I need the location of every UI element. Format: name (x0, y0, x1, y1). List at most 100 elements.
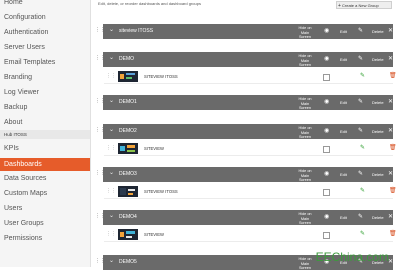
group-name: siteview ITOSS (119, 28, 154, 34)
group-name: DEMO2 (119, 128, 137, 134)
pencil-icon[interactable]: ✎ (358, 127, 363, 134)
close-icon[interactable]: ✕ (388, 27, 393, 34)
edit-label: Edit (340, 57, 347, 62)
sidebar-section-header: Hub ITOSS (0, 130, 90, 139)
pencil-icon[interactable]: ✎ (360, 144, 365, 151)
hide-on-main-label: Hide on Main Screen (298, 26, 312, 39)
trash-icon[interactable]: 🗑 (389, 230, 397, 237)
group-row[interactable]: ⋮⋮ ⌄ DEMO4 Hide on Main Screen ◉ Edit ✎ … (95, 210, 393, 225)
close-icon[interactable]: ✕ (388, 98, 393, 105)
sidebar-item-home[interactable]: Home (0, 0, 90, 8)
sidebar-item-about[interactable]: About (0, 118, 90, 128)
group-row[interactable]: ⋮⋮ ⌄ siteview ITOSS Hide on Main Screen … (95, 24, 393, 39)
create-group-label: Create a New Group (342, 3, 379, 8)
create-group-button[interactable]: + Create a New Group (336, 1, 392, 9)
dashboard-thumbnail (118, 71, 138, 82)
eye-icon[interactable]: ◉ (324, 27, 329, 34)
dashboard-name[interactable]: SITEVIEW ITOSS (144, 189, 178, 194)
hide-checkbox[interactable] (323, 189, 330, 196)
close-icon[interactable]: ✕ (388, 170, 393, 177)
drag-handle-icon[interactable]: ⋮⋮ (95, 170, 105, 176)
chevron-down-icon[interactable]: ⌄ (109, 126, 114, 133)
delete-label: Delete (372, 29, 384, 34)
sidebar-item-backup[interactable]: Backup (0, 103, 90, 113)
eye-icon[interactable]: ◉ (324, 170, 329, 177)
delete-label: Delete (372, 100, 384, 105)
eye-icon[interactable]: ◉ (324, 55, 329, 62)
chevron-down-icon[interactable]: ⌄ (109, 26, 114, 33)
group-row[interactable]: ⋮⋮ ⌄ DEMO1 Hide on Main Screen ◉ Edit ✎ … (95, 95, 393, 110)
trash-icon[interactable]: 🗑 (389, 72, 397, 79)
chevron-down-icon[interactable]: ⌄ (109, 257, 114, 264)
dashboard-row[interactable]: ⋮⋮ SITEVIEW ✎ 🗑 (104, 228, 397, 242)
dashboard-row[interactable]: ⋮⋮ SITEVIEW ✎ 🗑 (104, 142, 397, 156)
sidebar-item-custom-maps[interactable]: Custom Maps (0, 189, 90, 199)
group-row[interactable]: ⋮⋮ ⌄ DEMO Hide on Main Screen ◉ Edit ✎ D… (95, 52, 393, 67)
drag-handle-icon[interactable]: ⋮⋮ (95, 98, 105, 104)
group-row[interactable]: ⋮⋮ ⌄ DEMO2 Hide on Main Screen ◉ Edit ✎ … (95, 124, 393, 139)
group-row[interactable]: ⋮⋮ ⌄ DEMO3 Hide on Main Screen ◉ Edit ✎ … (95, 167, 393, 182)
sidebar-item-permissions[interactable]: Permissions (0, 234, 90, 244)
sidebar-item-server-users[interactable]: Server Users (0, 43, 90, 53)
drag-handle-icon[interactable]: ⋮⋮ (106, 145, 116, 151)
sidebar-item-branding[interactable]: Branding (0, 73, 90, 83)
sidebar-item-email-templates[interactable]: Email Templates (0, 58, 90, 68)
drag-handle-icon[interactable]: ⋮⋮ (106, 73, 116, 79)
delete-label: Delete (372, 172, 384, 177)
drag-handle-icon[interactable]: ⋮⋮ (95, 55, 105, 61)
sidebar-item-user-groups[interactable]: User Groups (0, 219, 90, 229)
dashboard-row[interactable]: ⋮⋮ SITEVIEW ITOSS ✎ 🗑 (104, 70, 397, 84)
close-icon[interactable]: ✕ (388, 55, 393, 62)
drag-handle-icon[interactable]: ⋮⋮ (95, 127, 105, 133)
trash-icon[interactable]: 🗑 (389, 144, 397, 151)
pencil-icon[interactable]: ✎ (358, 98, 363, 105)
chevron-down-icon[interactable]: ⌄ (109, 97, 114, 104)
pencil-icon[interactable]: ✎ (360, 230, 365, 237)
hide-checkbox[interactable] (323, 74, 330, 81)
hide-on-main-label: Hide on Main Screen (298, 97, 312, 110)
drag-handle-icon[interactable]: ⋮⋮ (106, 188, 116, 194)
hide-on-main-label: Hide on Main Screen (298, 212, 312, 225)
pencil-icon[interactable]: ✎ (358, 55, 363, 62)
edit-label: Edit (340, 100, 347, 105)
group-name: DEMO (119, 56, 134, 62)
drag-handle-icon[interactable]: ⋮⋮ (106, 231, 116, 237)
drag-handle-icon[interactable]: ⋮⋮ (95, 258, 105, 264)
group-name: DEMO5 (119, 259, 137, 265)
sidebar-item-configuration[interactable]: Configuration (0, 13, 90, 23)
hide-checkbox[interactable] (323, 146, 330, 153)
pencil-icon[interactable]: ✎ (360, 72, 365, 79)
drag-handle-icon[interactable]: ⋮⋮ (95, 213, 105, 219)
chevron-down-icon[interactable]: ⌄ (109, 169, 114, 176)
dashboard-name[interactable]: SITEVIEW (144, 232, 164, 237)
sidebar-item-dashboards[interactable]: Dashboards (0, 158, 90, 171)
dashboard-thumbnail (118, 186, 138, 197)
eye-icon[interactable]: ◉ (324, 98, 329, 105)
trash-icon[interactable]: 🗑 (389, 187, 397, 194)
eye-icon[interactable]: ◉ (324, 213, 329, 220)
sidebar-item-authentication[interactable]: Authentication (0, 28, 90, 38)
pencil-icon[interactable]: ✎ (358, 27, 363, 34)
dashboard-row[interactable]: ⋮⋮ SITEVIEW ITOSS ✎ 🗑 (104, 185, 397, 199)
pencil-icon[interactable]: ✎ (360, 187, 365, 194)
dashboard-name[interactable]: SITEVIEW ITOSS (144, 74, 178, 79)
sidebar-item-data-sources[interactable]: Data Sources (0, 174, 90, 184)
chevron-down-icon[interactable]: ⌄ (109, 212, 114, 219)
delete-label: Delete (372, 57, 384, 62)
chevron-down-icon[interactable]: ⌄ (109, 54, 114, 61)
dashboard-thumbnail (118, 229, 138, 240)
sidebar-item-users[interactable]: Users (0, 204, 90, 214)
page-description: Edit, delete, or reorder dashboards and … (98, 1, 201, 6)
sidebar-item-kpis[interactable]: KPIs (0, 144, 90, 154)
eye-icon[interactable]: ◉ (324, 127, 329, 134)
edit-label: Edit (340, 29, 347, 34)
edit-label: Edit (340, 129, 347, 134)
pencil-icon[interactable]: ✎ (358, 170, 363, 177)
pencil-icon[interactable]: ✎ (358, 213, 363, 220)
close-icon[interactable]: ✕ (388, 213, 393, 220)
drag-handle-icon[interactable]: ⋮⋮ (95, 27, 105, 33)
dashboard-name[interactable]: SITEVIEW (144, 146, 164, 151)
sidebar-item-log-viewer[interactable]: Log Viewer (0, 88, 90, 98)
close-icon[interactable]: ✕ (388, 127, 393, 134)
hide-checkbox[interactable] (323, 232, 330, 239)
